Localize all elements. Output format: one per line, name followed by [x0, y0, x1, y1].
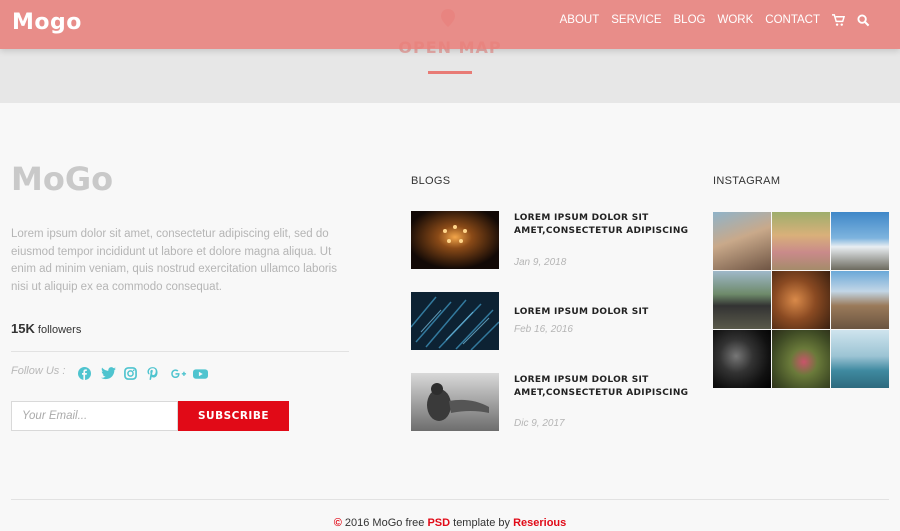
- blog-post-date: Jan 9, 2018: [514, 257, 567, 268]
- search-icon[interactable]: [857, 13, 870, 27]
- instagram-photo[interactable]: [772, 212, 830, 270]
- email-input[interactable]: [11, 401, 178, 431]
- copyright-text-mid: template by: [450, 517, 514, 529]
- copyright-text: 2016 MoGo free: [341, 517, 428, 529]
- blog-post-date: Feb 16, 2016: [514, 324, 573, 335]
- instagram-photo[interactable]: [831, 212, 889, 270]
- instagram-photo[interactable]: [772, 330, 830, 388]
- footer-brand: MoGo: [11, 160, 114, 198]
- blog-thumbnail[interactable]: [411, 292, 499, 350]
- blogs-heading: BLOGS: [411, 175, 451, 187]
- blog-post-title[interactable]: LOREM IPSUM DOLOR SIT AMET,CONSECTETUR A…: [514, 374, 691, 400]
- instagram-photo[interactable]: [772, 271, 830, 329]
- instagram-icon[interactable]: [124, 365, 141, 380]
- blog-post[interactable]: LOREM IPSUM DOLOR SIT AMET,CONSECTETUR A…: [411, 373, 691, 433]
- blog-post[interactable]: LOREM IPSUM DOLOR SIT AMET,CONSECTETUR A…: [411, 211, 691, 271]
- blog-thumbnail[interactable]: [411, 211, 499, 269]
- instagram-grid: [713, 212, 889, 388]
- followers-count: 15K followers: [11, 321, 81, 336]
- blog-post-date: Dic 9, 2017: [514, 418, 565, 429]
- instagram-photo[interactable]: [713, 330, 771, 388]
- copyright: © 2016 MoGo free PSD template by Reserio…: [0, 517, 900, 529]
- nav-contact[interactable]: CONTACT: [765, 13, 820, 27]
- author-link[interactable]: Reserious: [513, 517, 566, 529]
- followers-number: 15K: [11, 321, 35, 336]
- google-plus-icon[interactable]: [170, 365, 187, 379]
- nav-service[interactable]: SERVICE: [611, 13, 661, 27]
- about-text: Lorem ipsum dolor sit amet, consectetur …: [11, 228, 337, 293]
- site-logo[interactable]: Mogo: [12, 10, 82, 35]
- blog-post-title[interactable]: LOREM IPSUM DOLOR SIT AMET,CONSECTETUR A…: [514, 212, 691, 238]
- followers-label: followers: [37, 324, 82, 336]
- footer-divider: [11, 499, 889, 500]
- psd-link[interactable]: PSD: [427, 517, 450, 529]
- map-underline: [428, 71, 472, 74]
- instagram-heading: INSTAGRAM: [713, 175, 781, 187]
- nav-blog[interactable]: BLOG: [674, 13, 706, 27]
- follow-us-label: Follow Us :: [11, 365, 66, 377]
- instagram-photo[interactable]: [831, 271, 889, 329]
- divider: [11, 351, 349, 352]
- blog-post[interactable]: LOREM IPSUM DOLOR SIT Feb 16, 2016: [411, 292, 691, 352]
- nav-about[interactable]: ABOUT: [560, 13, 600, 27]
- subscribe-button[interactable]: SUBSCRIBE: [178, 401, 289, 431]
- cart-icon[interactable]: [832, 13, 845, 27]
- instagram-photo[interactable]: [713, 212, 771, 270]
- instagram-photo[interactable]: [713, 271, 771, 329]
- blog-post-title[interactable]: LOREM IPSUM DOLOR SIT: [514, 306, 649, 319]
- blog-thumbnail[interactable]: [411, 373, 499, 431]
- youtube-icon[interactable]: [193, 365, 210, 379]
- twitter-icon[interactable]: [101, 365, 118, 380]
- copyright-symbol: ©: [333, 517, 342, 529]
- social-links: [78, 365, 216, 382]
- top-navbar: Mogo ABOUT SERVICE BLOG WORK CONTACT: [0, 0, 900, 49]
- nav-work[interactable]: WORK: [717, 13, 753, 27]
- facebook-icon[interactable]: [78, 365, 95, 380]
- pinterest-icon[interactable]: [147, 365, 164, 382]
- main-menu: ABOUT SERVICE BLOG WORK CONTACT: [548, 13, 870, 27]
- instagram-photo[interactable]: [831, 330, 889, 388]
